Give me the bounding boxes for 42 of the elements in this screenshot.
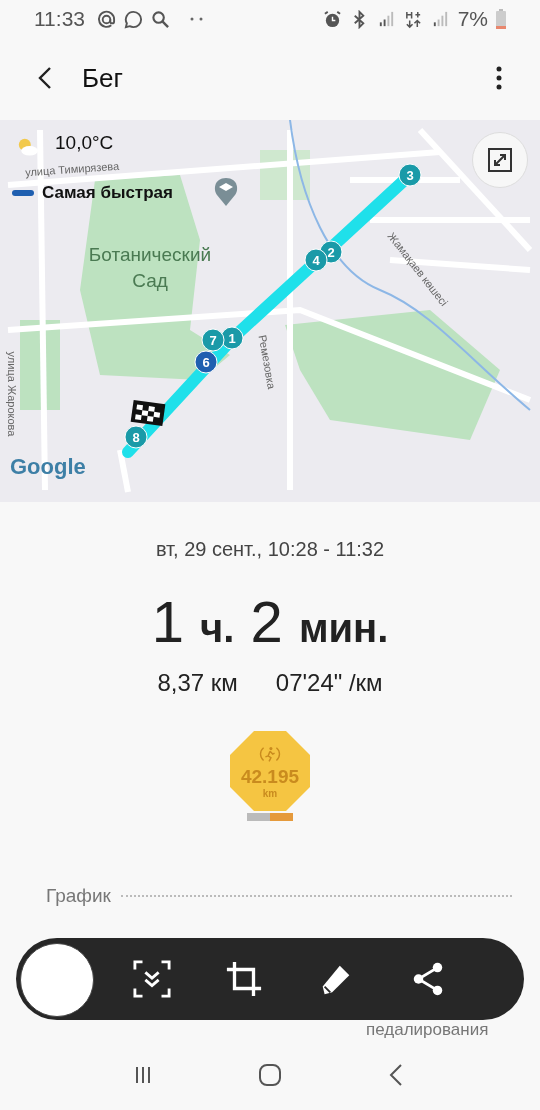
expand-map-button[interactable] (472, 132, 528, 188)
temperature-label: 10,0°C (55, 132, 114, 154)
lap-marker[interactable]: 7 (201, 328, 225, 352)
workout-pace: 07'24" /км (275, 669, 383, 697)
map-logo: Google (10, 454, 86, 480)
expand-icon (488, 148, 512, 172)
park-label: Ботанический Сад (87, 243, 213, 293)
medal-unit: km (262, 787, 278, 799)
home-icon[interactable] (258, 1063, 282, 1087)
street-label: улица Тимирязева (24, 159, 120, 179)
battery-percent: 7% (457, 7, 488, 31)
more-options-icon[interactable] (496, 66, 502, 90)
crop-icon[interactable] (225, 960, 263, 998)
workout-duration: 1 ч. 2 мин. (151, 589, 389, 656)
lap-marker[interactable]: 4 (304, 248, 328, 272)
data-arrows-icon (403, 9, 423, 29)
medal-stand (247, 813, 293, 821)
street-label: Ремезовка (256, 334, 278, 390)
at-sign-icon (97, 9, 116, 29)
lap-marker[interactable]: 6 (194, 350, 218, 374)
search-icon (151, 9, 170, 29)
back-icon[interactable] (38, 66, 52, 90)
legend-swatch (12, 190, 34, 196)
lap-marker[interactable]: 8 (124, 425, 148, 449)
screenshot-thumbnail[interactable] (20, 943, 94, 1017)
map-pin-icon (214, 178, 238, 206)
status-time: 11:33 (34, 7, 85, 31)
tab-label[interactable]: педалирования (366, 1020, 489, 1040)
section-title: График (46, 885, 111, 907)
street-label: улица Жарокова (6, 351, 19, 437)
legend-label: Самая быстрая (42, 183, 173, 203)
finish-flag-icon (130, 399, 166, 427)
more-dots-icon (190, 17, 204, 21)
chat-bubble-icon (124, 9, 143, 29)
workout-distance: 8,37 км (157, 669, 238, 697)
scroll-capture-icon[interactable] (133, 960, 171, 998)
lap-marker[interactable]: 3 (398, 163, 422, 187)
workout-date: вт, 29 сент., 10:28 - 11:32 (155, 538, 385, 561)
screen-title: Бег (82, 62, 123, 94)
medal-value: 42.195 (240, 765, 300, 788)
battery-icon (496, 9, 506, 29)
alarm-icon (322, 9, 342, 29)
